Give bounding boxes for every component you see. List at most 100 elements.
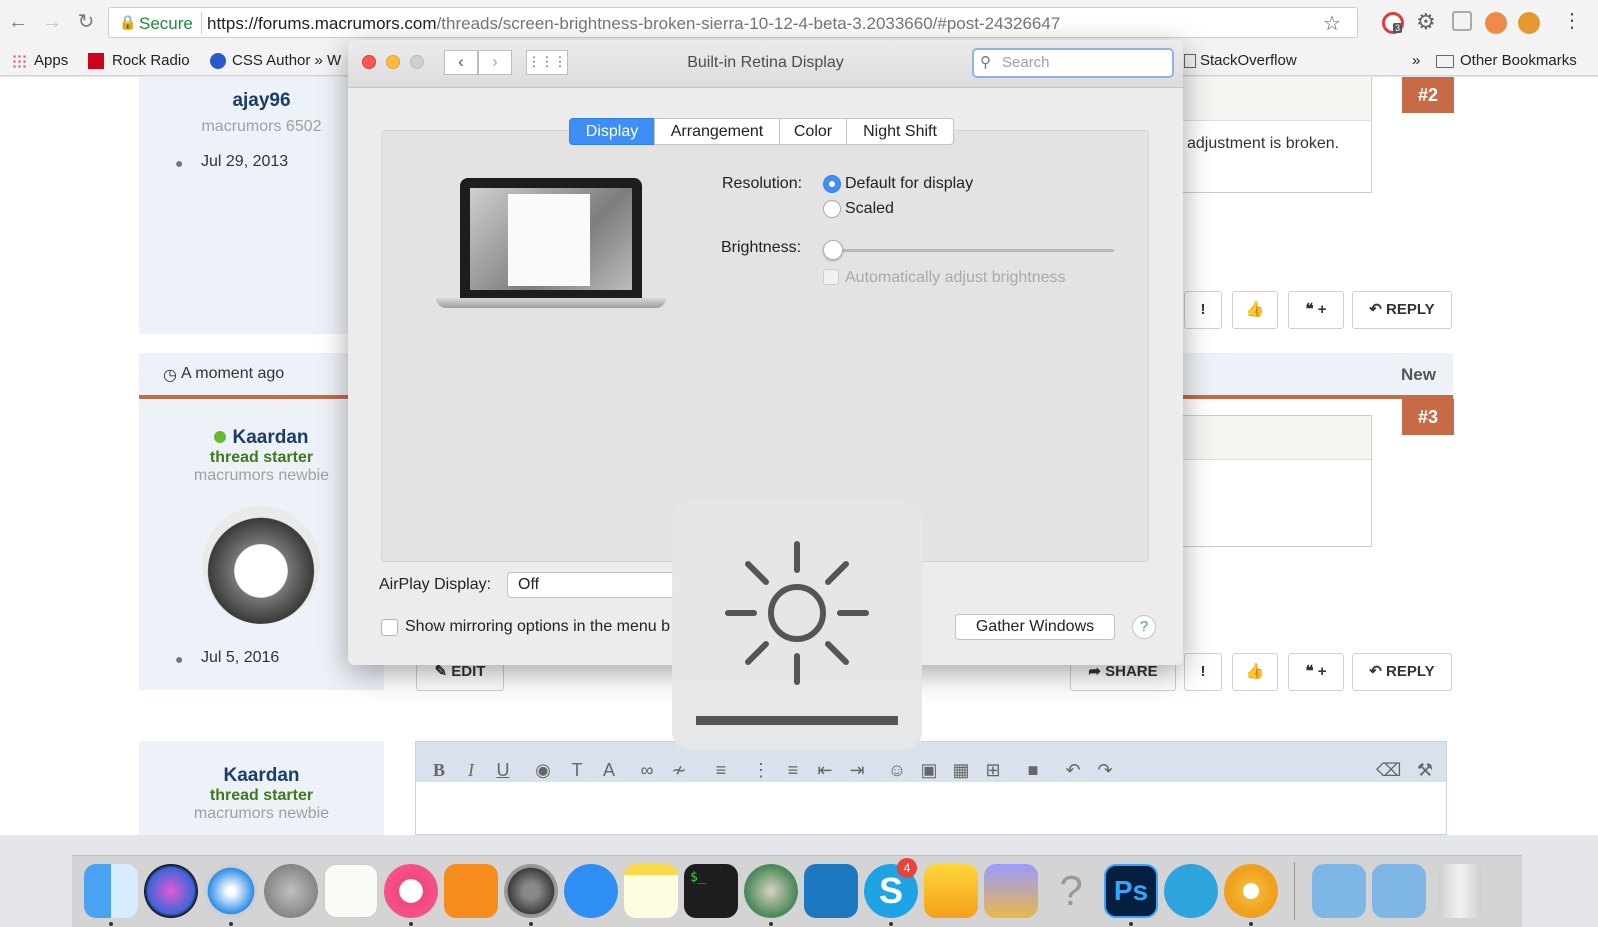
cookie-extension-icon[interactable] [1518, 12, 1540, 34]
page-icon [1184, 54, 1196, 68]
resolution-scaled-radio[interactable] [823, 200, 841, 218]
bookmark-rock-radio[interactable]: Rock Radio [112, 46, 190, 76]
gather-windows-button[interactable]: Gather Windows [955, 614, 1115, 640]
running-indicator [889, 922, 893, 926]
bookmark-stackoverflow[interactable]: StackOverflow [1200, 46, 1297, 76]
username-reply[interactable]: Kaardan [139, 765, 384, 787]
post-number[interactable]: #2 [1402, 77, 1454, 113]
tab-display[interactable]: Display [569, 118, 655, 145]
avatar[interactable] [202, 506, 320, 624]
photoshop-icon[interactable]: Ps [1104, 864, 1158, 918]
brightness-slider-track[interactable] [832, 249, 1114, 252]
share-extension-icon[interactable] [1452, 11, 1472, 31]
orange-extension-icon[interactable] [1485, 12, 1507, 34]
trash-icon[interactable] [1438, 864, 1482, 918]
bookmark-other[interactable]: Other Bookmarks [1460, 46, 1577, 76]
applications-folder-icon[interactable] [1312, 864, 1366, 918]
notes-icon[interactable] [624, 864, 678, 918]
like-button-2[interactable]: 👍 [1232, 653, 1278, 691]
vscode-icon[interactable] [804, 864, 858, 918]
bookmark-apps[interactable]: Apps [34, 46, 68, 76]
unlink-icon[interactable]: ≁ [668, 760, 690, 781]
system-preferences-icon[interactable] [504, 864, 558, 918]
itunes-icon[interactable] [384, 864, 438, 918]
image-icon[interactable]: ▣ [918, 760, 940, 781]
textedit-icon[interactable] [324, 864, 378, 918]
numbered-list-icon[interactable]: ≡ [782, 760, 804, 781]
multiquote-button[interactable]: ❝ + [1288, 291, 1344, 329]
save-icon[interactable]: ■ [1022, 760, 1044, 781]
font-icon[interactable]: A [598, 760, 620, 781]
smiley-icon[interactable]: ☺ [886, 760, 908, 781]
bookmark-star-icon[interactable]: ☆ [1323, 11, 1341, 36]
url-domain: https://forums.macrumors.com [207, 14, 437, 33]
post-number-3[interactable]: #3 [1402, 399, 1454, 435]
like-button[interactable]: 👍 [1232, 291, 1278, 329]
redo-icon[interactable]: ↷ [1094, 760, 1116, 781]
reply-button[interactable]: ↶ REPLY [1352, 291, 1452, 329]
undo-icon[interactable]: ↶ [1062, 760, 1084, 781]
telegram-icon[interactable] [1164, 864, 1218, 918]
mirroring-label[interactable]: Show mirroring options in the menu b [405, 618, 670, 636]
eraser-icon[interactable]: ⌫ [1376, 760, 1401, 781]
wrench-icon[interactable]: ⚒ [1414, 760, 1436, 781]
extension-icon[interactable]: 3 [1382, 12, 1404, 34]
transmit-icon[interactable] [984, 864, 1038, 918]
reply-button-2[interactable]: ↶ REPLY [1352, 653, 1452, 691]
multiquote-label-2: + [1317, 663, 1327, 680]
resolution-scaled-label[interactable]: Scaled [845, 200, 894, 218]
airplay-select[interactable]: Off [507, 572, 677, 598]
bookmarks-overflow[interactable]: » [1412, 46, 1420, 76]
multiquote-button-2[interactable]: ❝ + [1288, 653, 1344, 691]
bold-icon[interactable]: B [428, 760, 450, 781]
tab-arrangement[interactable]: Arrangement [654, 118, 780, 145]
media-icon[interactable]: ▦ [950, 760, 972, 781]
font-size-icon[interactable]: T [566, 760, 588, 781]
bullet-list-icon[interactable]: ⋮ [750, 760, 772, 781]
italic-icon[interactable]: I [460, 760, 482, 781]
bookmark-css-author[interactable]: CSS Author » W [232, 46, 341, 76]
sketch-icon[interactable] [924, 864, 978, 918]
reply-editor[interactable] [415, 741, 1447, 835]
forward-icon[interactable]: → [40, 10, 64, 34]
link-icon[interactable]: ∞ [636, 760, 658, 781]
menu-icon[interactable]: ⋮ [1562, 8, 1582, 33]
search-icon: ⚲ [980, 54, 991, 71]
resolution-label: Resolution: [722, 175, 803, 192]
resolution-default-label[interactable]: Default for display [845, 175, 973, 193]
mirroring-checkbox[interactable] [381, 619, 398, 636]
reload-icon[interactable]: ↻ [74, 10, 98, 34]
resolution-default-radio[interactable] [823, 175, 841, 193]
brightness-hud [672, 502, 922, 750]
insert-icon[interactable]: ⊞ [982, 760, 1004, 781]
help-button[interactable]: ? [1132, 615, 1156, 639]
finder-icon[interactable] [84, 864, 138, 918]
address-bar[interactable]: 🔒 Secure https://forums.macrumors.com/th… [108, 7, 1358, 38]
report-button[interactable]: ! [1184, 291, 1222, 329]
app-store-icon[interactable] [564, 864, 618, 918]
report-button-2[interactable]: ! [1184, 653, 1222, 691]
search-field[interactable]: ⚲ Search [972, 48, 1174, 78]
help-icon[interactable]: ? [1044, 864, 1098, 918]
downloads-folder-icon[interactable] [1372, 864, 1426, 918]
back-icon[interactable]: ← [6, 10, 30, 34]
tab-color[interactable]: Color [779, 118, 847, 145]
laptop-base [436, 298, 666, 308]
siri-icon[interactable] [144, 864, 198, 918]
ibooks-icon[interactable] [444, 864, 498, 918]
indent-icon[interactable]: ⇥ [846, 760, 868, 781]
underline-icon[interactable]: U [492, 760, 514, 781]
auto-brightness-checkbox[interactable] [823, 269, 839, 285]
color-icon[interactable]: ◉ [532, 760, 554, 781]
gear-extension-icon[interactable]: ⚙ [1416, 9, 1436, 35]
launchpad-icon[interactable] [264, 864, 318, 918]
align-icon[interactable]: ≡ [710, 760, 732, 781]
atom-icon[interactable] [744, 864, 798, 918]
brightness-slider-thumb[interactable] [823, 240, 843, 260]
post-timestamp[interactable]: A moment ago [181, 365, 284, 383]
chrome-canary-icon[interactable] [1224, 864, 1278, 918]
terminal-icon[interactable]: $_ [684, 864, 738, 918]
outdent-icon[interactable]: ⇤ [814, 760, 836, 781]
safari-icon[interactable] [204, 864, 258, 918]
tab-night-shift[interactable]: Night Shift [846, 118, 954, 145]
